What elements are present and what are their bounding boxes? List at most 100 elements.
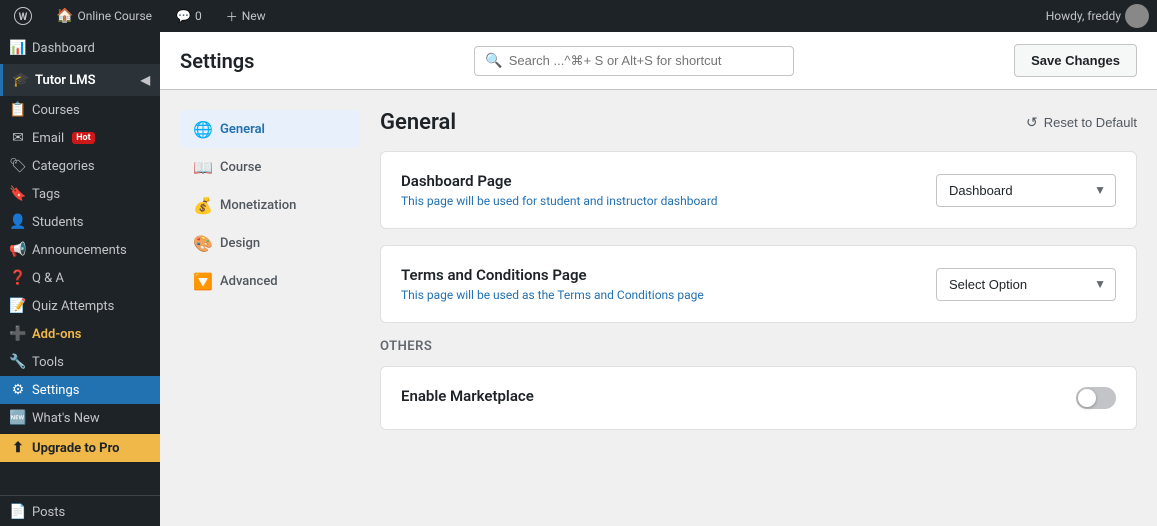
monetization-nav-label: Monetization xyxy=(220,198,296,213)
section-title: General xyxy=(380,110,456,135)
sidebar-item-announcements[interactable]: 📢 Announcements xyxy=(0,236,160,264)
sidebar-item-posts[interactable]: 📄 Posts xyxy=(0,495,160,526)
course-nav-icon: 📖 xyxy=(194,158,212,176)
toggle-knob xyxy=(1078,389,1096,407)
sidebar-item-categories[interactable]: 🏷 Categories xyxy=(0,152,160,180)
settings-main: General ↺ Reset to Default Dashboard Pag… xyxy=(380,110,1137,446)
tutor-icon: 🎓 xyxy=(13,72,29,88)
enable-marketplace-card: Enable Marketplace xyxy=(380,366,1137,430)
page-title: Settings xyxy=(180,49,254,73)
others-label: Others xyxy=(380,339,1137,354)
terms-card-desc: This page will be used as the Terms and … xyxy=(401,288,936,302)
content-area: Settings 🔍 Save Changes 🌐 General 📖 Cour… xyxy=(160,32,1157,526)
qa-label: Q & A xyxy=(32,271,64,286)
tools-label: Tools xyxy=(32,355,64,370)
sidebar-item-qa[interactable]: ❓ Q & A xyxy=(0,264,160,292)
sidebar-item-dashboard[interactable]: 📊 Dashboard xyxy=(0,32,160,64)
save-changes-button[interactable]: Save Changes xyxy=(1014,44,1137,77)
terms-card-info: Terms and Conditions Page This page will… xyxy=(401,266,936,302)
terms-conditions-card: Terms and Conditions Page This page will… xyxy=(380,245,1137,323)
email-label: Email xyxy=(32,131,64,146)
sidebar-item-addons[interactable]: ➕ Add-ons xyxy=(0,320,160,348)
quiz-icon: 📝 xyxy=(10,298,26,314)
sidebar-item-settings[interactable]: ⚙ Settings xyxy=(0,376,160,404)
upgrade-label: Upgrade to Pro xyxy=(32,441,119,456)
courses-label: Courses xyxy=(32,103,80,118)
sidebar-item-quiz-attempts[interactable]: 📝 Quiz Attempts xyxy=(0,292,160,320)
tags-icon: 🔖 xyxy=(10,186,26,202)
announcements-label: Announcements xyxy=(32,243,127,258)
quiz-label: Quiz Attempts xyxy=(32,299,114,314)
terms-page-select[interactable]: Select Option Terms of Service Privacy P… xyxy=(936,268,1116,301)
settings-nav: 🌐 General 📖 Course 💰 Monetization 🎨 Desi… xyxy=(180,110,360,446)
dashboard-page-select[interactable]: Dashboard Home About xyxy=(936,174,1116,207)
sidebar-item-email[interactable]: ✉ Email Hot xyxy=(0,124,160,152)
sidebar-item-upgrade[interactable]: ⬆ Upgrade to Pro xyxy=(0,434,160,462)
nav-item-design[interactable]: 🎨 Design xyxy=(180,224,360,262)
nav-item-monetization[interactable]: 💰 Monetization xyxy=(180,186,360,224)
addons-label: Add-ons xyxy=(32,327,81,342)
advanced-nav-icon: 🔽 xyxy=(194,272,212,290)
tools-icon: 🔧 xyxy=(10,354,26,370)
refresh-icon: ↺ xyxy=(1026,114,1038,131)
search-input[interactable] xyxy=(509,53,784,68)
general-nav-label: General xyxy=(220,122,265,137)
courses-icon: 📋 xyxy=(10,102,26,118)
sidebar: 📊 Dashboard 🎓 Tutor LMS ◀ 📋 Courses ✉ Em… xyxy=(0,32,160,526)
terms-select-wrapper: Select Option Terms of Service Privacy P… xyxy=(936,268,1116,301)
nav-item-general[interactable]: 🌐 General xyxy=(180,110,360,148)
site-name: Online Course xyxy=(77,9,152,23)
design-nav-label: Design xyxy=(220,236,260,251)
comments-button[interactable]: 💬 0 xyxy=(170,0,208,32)
upgrade-icon: ⬆ xyxy=(10,440,26,456)
terms-card-title: Terms and Conditions Page xyxy=(401,266,936,284)
course-nav-label: Course xyxy=(220,160,261,175)
whats-new-label: What's New xyxy=(32,411,100,426)
avatar[interactable] xyxy=(1125,4,1149,28)
dashboard-page-card: Dashboard Page This page will be used fo… xyxy=(380,151,1137,229)
settings-body: 🌐 General 📖 Course 💰 Monetization 🎨 Desi… xyxy=(160,90,1157,466)
categories-icon: 🏷 xyxy=(10,158,26,174)
qa-icon: ❓ xyxy=(10,270,26,286)
tutor-lms-label: Tutor LMS xyxy=(35,73,96,88)
section-header: General ↺ Reset to Default xyxy=(380,110,1137,135)
sidebar-item-tags[interactable]: 🔖 Tags xyxy=(0,180,160,208)
reset-label: Reset to Default xyxy=(1044,115,1137,130)
categories-label: Categories xyxy=(32,159,95,174)
hot-badge: Hot xyxy=(72,132,94,144)
addons-icon: ➕ xyxy=(10,326,26,342)
marketplace-toggle-wrapper xyxy=(1076,387,1116,409)
sidebar-item-whats-new[interactable]: 🆕 What's New xyxy=(0,404,160,432)
marketplace-card-info: Enable Marketplace xyxy=(401,387,1076,409)
comment-icon: 💬 xyxy=(176,9,191,23)
sidebar-item-students[interactable]: 👤 Students xyxy=(0,208,160,236)
wp-logo-button[interactable]: W xyxy=(8,0,38,32)
dashboard-select-wrapper: Dashboard Home About ▼ xyxy=(936,174,1116,207)
nav-item-advanced[interactable]: 🔽 Advanced xyxy=(180,262,360,300)
posts-label: Posts xyxy=(32,505,65,520)
dashboard-card-info: Dashboard Page This page will be used fo… xyxy=(401,172,936,208)
dashboard-card-title: Dashboard Page xyxy=(401,172,936,190)
admin-bar: W 🏠 Online Course 💬 0 ＋ New Howdy, fredd… xyxy=(0,0,1157,32)
sidebar-item-courses[interactable]: 📋 Courses xyxy=(0,96,160,124)
comments-count: 0 xyxy=(195,9,202,23)
home-icon: 🏠 xyxy=(56,8,73,24)
reset-to-default-button[interactable]: ↺ Reset to Default xyxy=(1026,114,1137,131)
settings-icon: ⚙ xyxy=(10,382,26,398)
site-name-button[interactable]: 🏠 Online Course xyxy=(50,0,158,32)
students-label: Students xyxy=(32,215,84,230)
sidebar-item-tutor-lms[interactable]: 🎓 Tutor LMS ◀ xyxy=(0,64,160,96)
students-icon: 👤 xyxy=(10,214,26,230)
design-nav-icon: 🎨 xyxy=(194,234,212,252)
new-label: New xyxy=(242,9,266,23)
whats-new-icon: 🆕 xyxy=(10,410,26,426)
new-content-button[interactable]: ＋ New xyxy=(220,0,272,32)
dashboard-card-desc: This page will be used for student and i… xyxy=(401,194,936,208)
sidebar-item-tools[interactable]: 🔧 Tools xyxy=(0,348,160,376)
marketplace-card-title: Enable Marketplace xyxy=(401,387,1076,405)
dashboard-icon: 📊 xyxy=(10,40,26,56)
advanced-nav-label: Advanced xyxy=(220,274,278,289)
plus-icon: ＋ xyxy=(226,8,238,25)
search-bar[interactable]: 🔍 xyxy=(474,46,794,76)
nav-item-course[interactable]: 📖 Course xyxy=(180,148,360,186)
